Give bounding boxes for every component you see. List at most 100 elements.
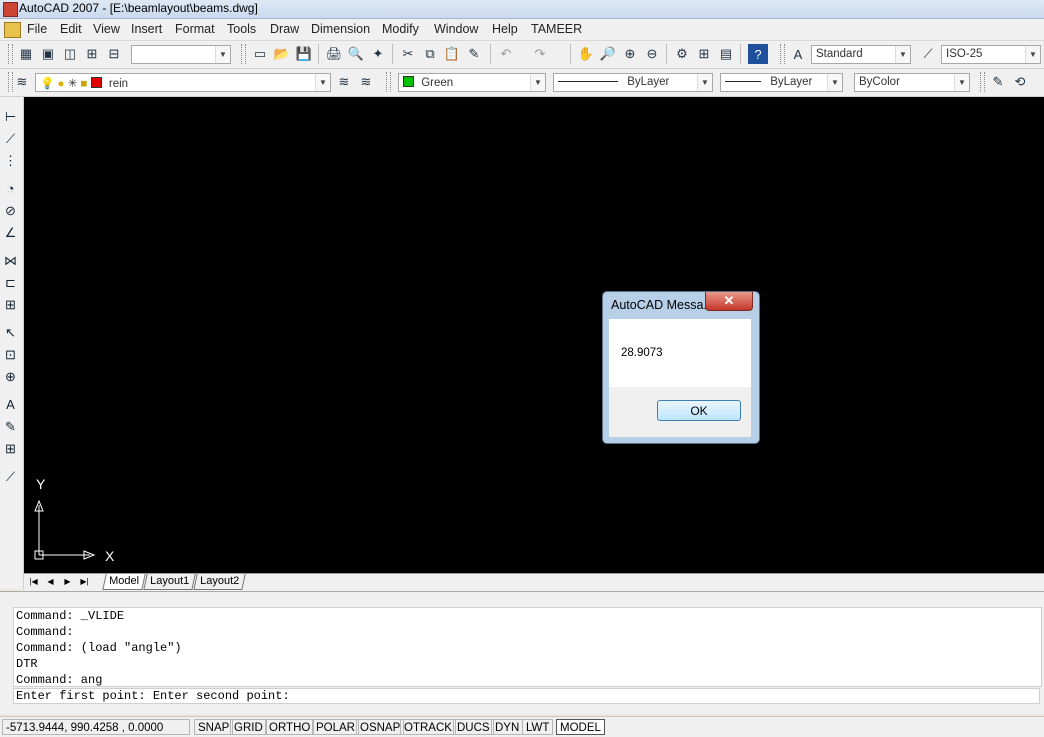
aligned-dimension-icon[interactable]: ⟋ [1, 129, 20, 148]
tool-palettes-icon[interactable]: ▤ [716, 44, 736, 64]
polar-toggle[interactable]: POLAR [312, 719, 359, 735]
layer-previous-icon[interactable]: ≋ [356, 72, 376, 92]
next-tab-icon[interactable]: ▶ [60, 575, 75, 588]
last-tab-icon[interactable]: ▶| [77, 575, 92, 588]
undo-icon[interactable]: ↶ [496, 44, 516, 64]
radius-dimension-icon[interactable]: ◔ [1, 179, 20, 198]
toolbar-grip[interactable] [241, 44, 246, 64]
close-icon[interactable]: ✕ [705, 292, 753, 311]
cut-icon[interactable]: ✂ [398, 44, 418, 64]
tab-layout2[interactable]: Layout2 [193, 574, 246, 590]
chevron-down-icon: ▼ [1025, 46, 1040, 63]
open-icon[interactable]: 📂 [272, 44, 292, 64]
dyn-toggle[interactable]: DYN [491, 719, 524, 735]
layer-manager-icon[interactable]: ≋ [12, 72, 32, 92]
menu-window[interactable]: Window [434, 22, 478, 36]
ducs-toggle[interactable]: DUCS [453, 719, 494, 735]
new-icon[interactable]: ▭ [250, 44, 270, 64]
workspace-save-icon[interactable]: ▣ [38, 44, 58, 64]
copy-icon[interactable]: ⧉ [420, 44, 440, 64]
dim-style-combo[interactable]: ISO-25 ▼ [941, 45, 1041, 64]
osnap-toggle[interactable]: OSNAP [356, 719, 405, 735]
toolbar-grip[interactable] [780, 44, 785, 64]
zoom-previous-icon[interactable]: ⊖ [642, 44, 662, 64]
ortho-toggle[interactable]: ORTHO [265, 719, 315, 735]
text-style-icon[interactable]: A [788, 44, 808, 64]
menu-help[interactable]: Help [492, 22, 518, 36]
dim-style-icon[interactable]: ⟋ [918, 44, 938, 64]
ordinate-dimension-icon[interactable]: ⋮ [1, 151, 20, 170]
otrack-toggle[interactable]: OTRACK [400, 719, 456, 735]
command-input[interactable]: Enter first point: Enter second point: [13, 688, 1040, 704]
layer-combo[interactable]: 💡 ● ✳ ■ rein ▼ [35, 73, 331, 92]
ok-button[interactable]: OK [657, 400, 741, 421]
previous-tab-icon[interactable]: ◀ [43, 575, 58, 588]
pan-icon[interactable]: ✋ [576, 44, 596, 64]
command-history[interactable]: Command: _VLIDE Command: Command: (load … [13, 607, 1042, 687]
lwt-toggle[interactable]: LWT [522, 719, 554, 735]
workspace-icon[interactable]: ▦ [16, 44, 36, 64]
toolbar-grip[interactable] [386, 72, 391, 92]
plotstyle-combo[interactable]: ByColor ▼ [854, 73, 970, 92]
menu-format[interactable]: Format [175, 22, 215, 36]
workspace-panel-icon[interactable]: ◫ [60, 44, 80, 64]
menu-file[interactable]: File [27, 22, 47, 36]
color-combo[interactable]: Green ▼ [398, 73, 546, 92]
coordinate-readout[interactable]: -5713.9444, 990.4258 , 0.0000 [2, 719, 190, 735]
angular-dimension-icon[interactable]: ∠ [1, 223, 20, 242]
help-icon[interactable]: ? [748, 44, 768, 64]
tolerance-icon[interactable]: ⊡ [1, 345, 20, 364]
tab-layout1[interactable]: Layout1 [143, 574, 196, 590]
menu-draw[interactable]: Draw [270, 22, 299, 36]
publish-icon[interactable]: ✦ [368, 44, 388, 64]
linear-dimension-icon[interactable]: ⊢ [1, 107, 20, 126]
plot-icon[interactable]: 🖨 [324, 44, 344, 64]
design-center-icon[interactable]: ⊞ [694, 44, 714, 64]
redo-icon[interactable]: ↷ [530, 44, 550, 64]
dimension-style-icon[interactable]: ⟋ [1, 467, 20, 486]
tab-model[interactable]: Model [102, 574, 146, 590]
workspace-combo[interactable]: ▼ [131, 45, 231, 64]
document-icon[interactable] [4, 22, 21, 38]
properties-icon[interactable]: ⚙ [672, 44, 692, 64]
zoom-window-icon[interactable]: ⊕ [620, 44, 640, 64]
toolbar-grip[interactable] [8, 44, 13, 64]
quick-dimension-icon[interactable]: ⋈ [1, 251, 20, 270]
menu-edit[interactable]: Edit [60, 22, 82, 36]
menu-modify[interactable]: Modify [382, 22, 419, 36]
workspace-settings-icon[interactable]: ⊞ [82, 44, 102, 64]
dimension-text-edit-icon[interactable]: ✎ [1, 417, 20, 436]
zoom-realtime-icon[interactable]: 🔎 [598, 44, 618, 64]
workspace-customize-icon[interactable]: ⊟ [104, 44, 124, 64]
plot-preview-icon[interactable]: 🔍 [346, 44, 366, 64]
dimension-edit-icon[interactable]: ✎ [988, 72, 1008, 92]
text-style-combo[interactable]: Standard ▼ [811, 45, 911, 64]
continue-dimension-icon[interactable]: ⊞ [1, 295, 20, 314]
first-tab-icon[interactable]: |◀ [26, 575, 41, 588]
dimension-update-icon[interactable]: ⟲ [1010, 72, 1030, 92]
menu-tameer[interactable]: TAMEER [531, 22, 582, 36]
diameter-dimension-icon[interactable]: ⊘ [1, 201, 20, 220]
match-properties-icon[interactable]: ✎ [464, 44, 484, 64]
menu-insert[interactable]: Insert [131, 22, 162, 36]
center-mark-icon[interactable]: ⊕ [1, 367, 20, 386]
dimension-edit-icon[interactable]: A [1, 395, 20, 414]
linetype-combo[interactable]: ByLayer ▼ [553, 73, 713, 92]
menu-view[interactable]: View [93, 22, 120, 36]
quick-leader-icon[interactable]: ↖ [1, 323, 20, 342]
dimension-update-icon[interactable]: ⊞ [1, 439, 20, 458]
snap-toggle[interactable]: SNAP [194, 719, 234, 735]
menu-dimension[interactable]: Dimension [311, 22, 370, 36]
command-window: Command: _VLIDE Command: Command: (load … [0, 591, 1044, 714]
baseline-dimension-icon[interactable]: ⊏ [1, 273, 20, 292]
save-icon[interactable]: 💾 [294, 44, 314, 64]
lineweight-combo[interactable]: ByLayer ▼ [720, 73, 843, 92]
menu-tools[interactable]: Tools [227, 22, 256, 36]
grid-toggle[interactable]: GRID [230, 719, 267, 735]
drawing-area[interactable]: Y X [24, 97, 1044, 573]
toolbar-grip[interactable] [980, 72, 985, 92]
command-history-line: Command: [16, 625, 74, 639]
paste-icon[interactable]: 📋 [442, 44, 462, 64]
model-toggle[interactable]: MODEL [556, 719, 605, 735]
make-current-layer-icon[interactable]: ≋ [334, 72, 354, 92]
